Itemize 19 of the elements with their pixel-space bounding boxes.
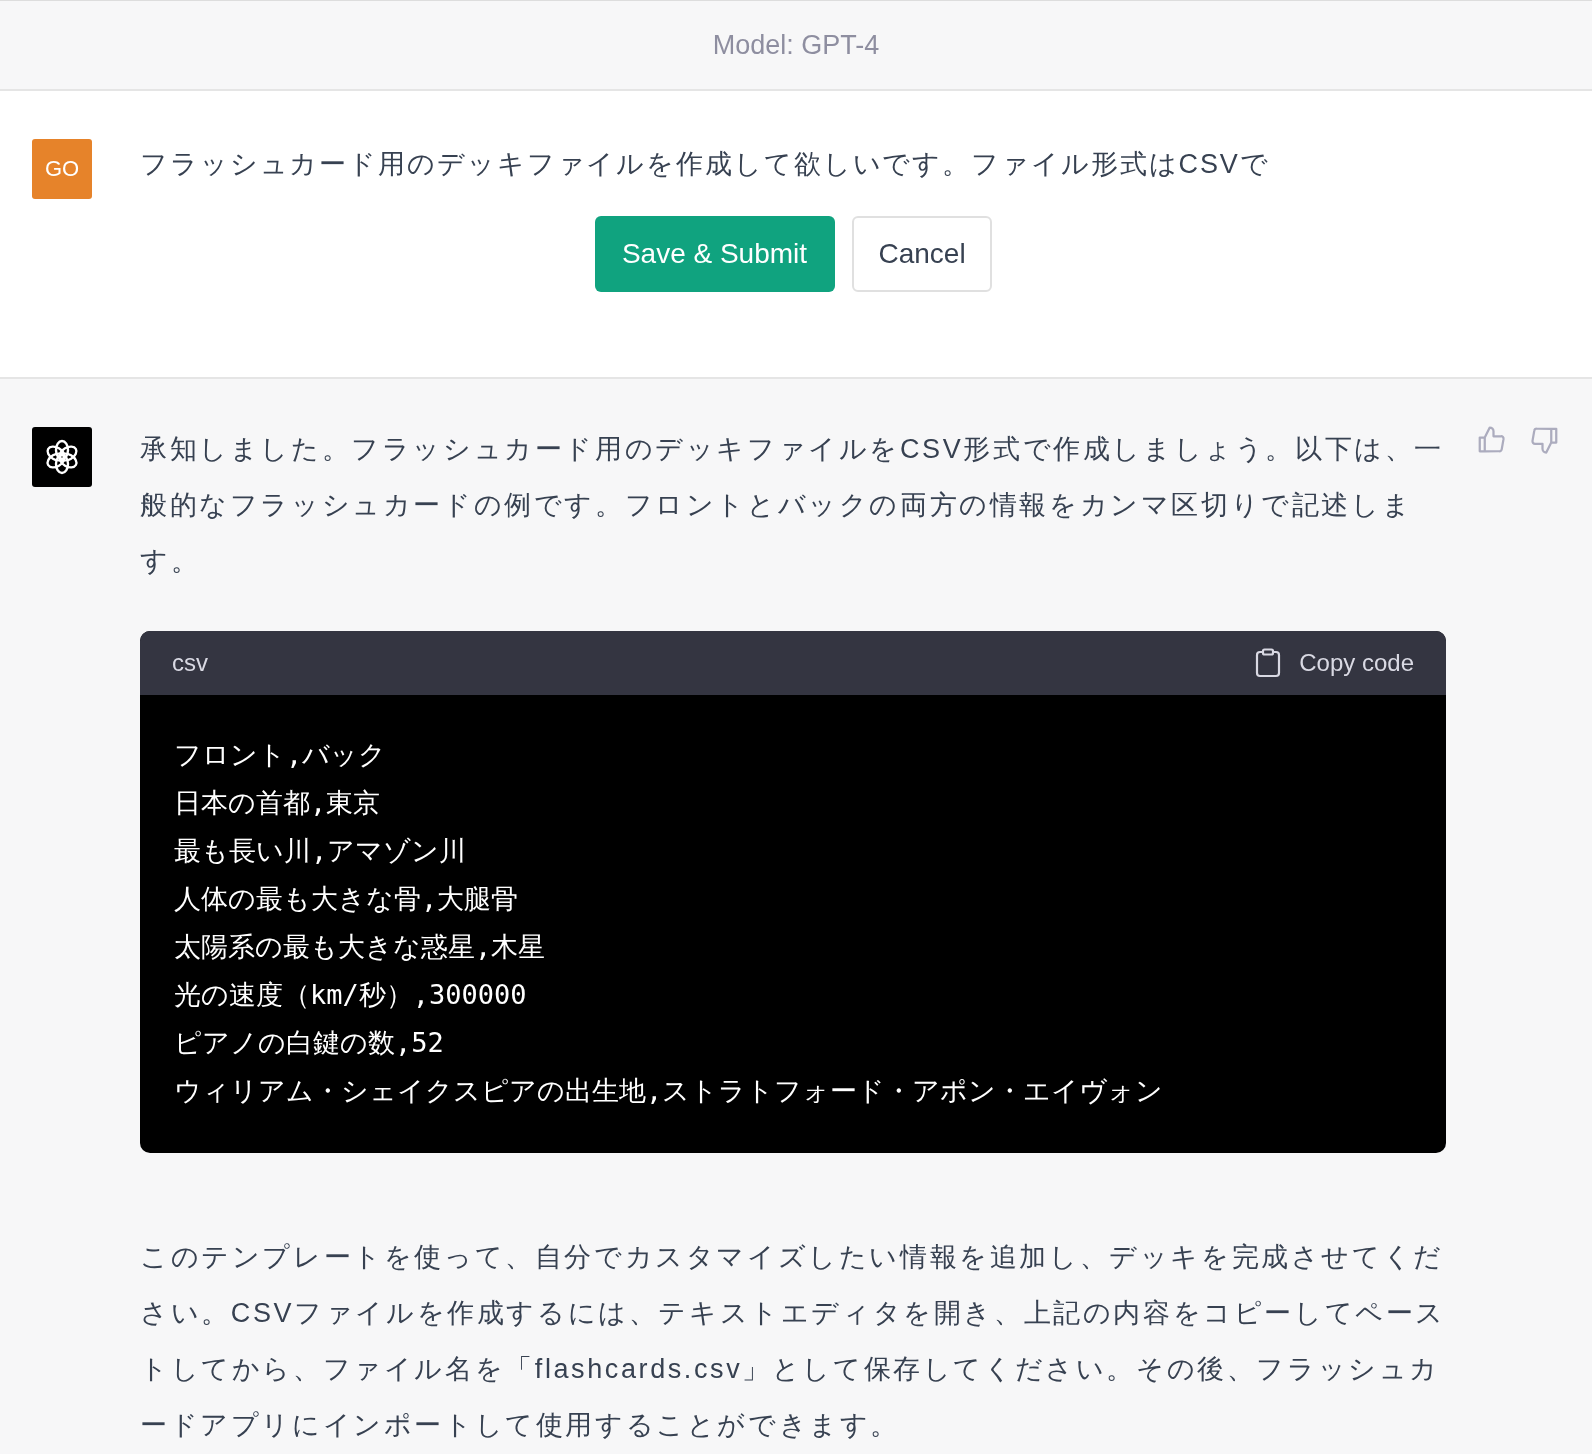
user-avatar: GO xyxy=(32,139,92,199)
message-text: フラッシュカード用のデッキファイルを作成して欲しいです。ファイル形式はCSVで xyxy=(140,148,1271,181)
code-line: ピアノの白鍵の数,52 xyxy=(174,1026,445,1060)
copy-code-button[interactable]: Copy code xyxy=(1255,648,1414,678)
language-label: csv xyxy=(172,649,208,677)
model-label: Model: GPT-4 xyxy=(712,29,880,61)
thumbs-up-icon[interactable] xyxy=(1476,425,1506,455)
code-line: フロント,バック xyxy=(174,738,388,772)
code-line: 日本の首都,東京 xyxy=(174,786,382,820)
code-line: 最も長い川,アマゾン川 xyxy=(174,834,468,868)
clipboard-icon xyxy=(1255,648,1282,678)
cancel-button[interactable]: Cancel xyxy=(851,216,992,292)
code-line: 太陽系の最も大きな惑星,木星 xyxy=(174,930,547,964)
response-paragraph: 承知しました。フラッシュカード用のデッキファイルをCSV形式で作成しましょう。以下は、一般的なフラッシュカードの例です。フロントとバックの両方の情報をカンマ区切りで記述します。 xyxy=(140,433,1445,578)
code-line: 光の速度（km/秒）,300000 xyxy=(174,978,528,1012)
thumbs-down-icon[interactable] xyxy=(1530,425,1560,455)
code-line: 人体の最も大きな骨,大腿骨 xyxy=(174,882,520,916)
response-paragraph: このテンプレートを使って、自分でカスタマイズしたい情報を追加し、デッキを完成させてください。CSVファイルを作成するには、テキストエディタを開き、上記の内容をコピーしてペーストしてから、ファイル名を「flashcards.csv」として保存してください。その後、フラッシュカードアプリにインポートして使用することができます。 xyxy=(140,1241,1446,1442)
code-line: ウィリアム・シェイクスピアの出生地,ストラトフォード・アポン・エイヴォン xyxy=(174,1074,1165,1108)
